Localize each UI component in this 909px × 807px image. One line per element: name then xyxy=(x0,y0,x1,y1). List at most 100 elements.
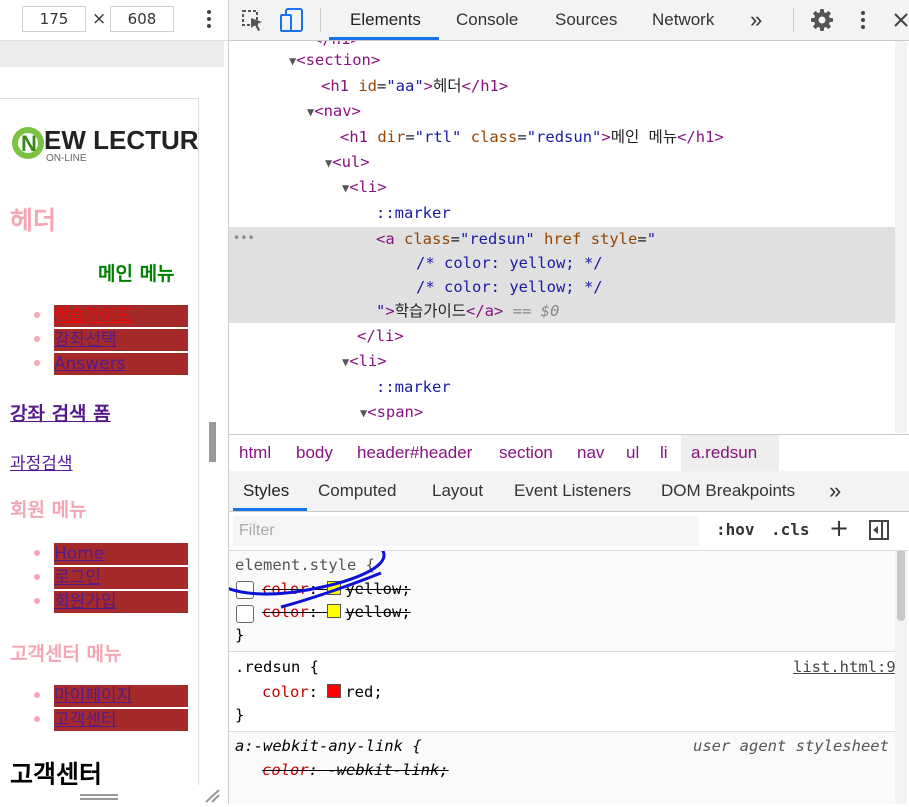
height-resize-handle[interactable] xyxy=(80,794,118,796)
dom-node-a-close: ">학습가이드</a> == $0 xyxy=(376,302,560,320)
list-bullet xyxy=(34,716,40,722)
close-icon[interactable] xyxy=(893,12,909,28)
color-swatch[interactable] xyxy=(327,684,342,698)
cls-toggle-button[interactable]: .cls xyxy=(771,520,810,539)
list-bullet xyxy=(34,336,40,342)
more-tabs-icon[interactable]: » xyxy=(829,471,841,511)
active-tab-indicator xyxy=(233,508,307,511)
dom-node-h1-aa[interactable]: <h1 id="aa">헤더</h1> xyxy=(321,74,508,98)
breadcrumb-a-redsun[interactable]: a.redsun xyxy=(681,435,779,471)
rule-close-brace: } xyxy=(235,626,245,644)
dom-node-li[interactable]: ▼<li> xyxy=(342,175,387,199)
device-preview-pane: 175 × 608 N EW LECTUR ON-LINE 헤더 메인 메뉴 학… xyxy=(0,0,229,804)
filter-placeholder: Filter xyxy=(239,522,275,539)
main-menu-heading: 메인 메뉴 xyxy=(98,263,175,285)
scrollbar-thumb[interactable] xyxy=(897,551,905,621)
dom-node-a-comment: /* color: yellow; */ xyxy=(416,254,603,272)
corner-resize-icon[interactable] xyxy=(204,788,220,803)
search-form-heading[interactable]: 강좌 검색 폼 xyxy=(10,399,111,426)
tab-sources[interactable]: Sources xyxy=(555,0,617,40)
inspect-element-icon[interactable] xyxy=(241,9,265,33)
breadcrumb-header[interactable]: header#header xyxy=(357,435,472,471)
gear-icon[interactable] xyxy=(810,8,834,32)
elements-dom-tree: </h1> ▼<section> <h1 id="aa">헤더</h1> ▼<n… xyxy=(229,41,909,433)
devtools-tab-bar: Elements Console Sources Network » xyxy=(229,0,909,41)
page-preview-frame: N EW LECTUR ON-LINE 헤더 메인 메뉴 학습가이드 강좌선택 … xyxy=(0,98,199,785)
toolbar-divider xyxy=(320,8,321,32)
menu-link-course-select[interactable]: 강좌선택 xyxy=(54,329,188,351)
list-bullet xyxy=(34,692,40,698)
tab-computed[interactable]: Computed xyxy=(318,471,396,511)
more-tabs-icon[interactable]: » xyxy=(750,0,762,40)
media-query-bar xyxy=(0,41,224,67)
dom-node-a-open: <a class="redsun" href style=" xyxy=(376,230,657,248)
tab-styles[interactable]: Styles xyxy=(243,471,289,511)
kebab-menu-icon[interactable] xyxy=(861,10,867,32)
list-bullet xyxy=(34,312,40,318)
breadcrumb-li[interactable]: li xyxy=(660,435,668,471)
dom-node-marker[interactable]: ::marker xyxy=(376,375,451,399)
svg-text:N: N xyxy=(21,131,37,156)
menu-link-answers[interactable]: Answers xyxy=(54,353,188,375)
ua-source-label: user agent stylesheet xyxy=(693,737,889,755)
list-bullet xyxy=(34,550,40,556)
breadcrumb-nav[interactable]: nav xyxy=(577,435,604,471)
dom-node-li[interactable]: ▼<li> xyxy=(342,349,387,373)
menu-link-home[interactable]: Home xyxy=(54,543,188,565)
list-bullet xyxy=(34,598,40,604)
list-bullet xyxy=(34,574,40,580)
dom-node-ul[interactable]: ▼<ul> xyxy=(325,150,370,174)
dom-node-h1-rtl[interactable]: <h1 dir="rtl" class="redsun">메인 메뉴</h1> xyxy=(340,125,724,149)
toggle-sidebar-icon[interactable] xyxy=(869,520,889,540)
tab-network[interactable]: Network xyxy=(652,0,714,40)
styles-filter-bar: Filter :hov .cls + xyxy=(229,512,909,551)
dom-node-nav[interactable]: ▼<nav> xyxy=(307,99,361,123)
menu-link-cs[interactable]: 고객센터 xyxy=(54,709,188,731)
rule-divider xyxy=(229,651,905,652)
annotation-scribble xyxy=(229,551,386,609)
stylesheet-source-link[interactable]: list.html:9 xyxy=(793,655,896,679)
viewport-height-input[interactable]: 608 xyxy=(110,6,174,32)
filter-input[interactable]: Filter xyxy=(233,516,699,546)
device-toolbar-icon[interactable] xyxy=(279,7,305,35)
active-tab-indicator xyxy=(329,37,439,40)
device-options-icon[interactable] xyxy=(207,9,213,31)
dom-breadcrumb: html body header#header section nav ul l… xyxy=(229,434,909,472)
dom-node-marker[interactable]: ::marker xyxy=(376,201,451,225)
new-style-rule-button[interactable]: + xyxy=(829,514,849,542)
redsun-selector[interactable]: .redsun { xyxy=(235,655,319,679)
menu-link-signup[interactable]: 회원가입 xyxy=(54,591,188,613)
tab-layout[interactable]: Layout xyxy=(432,471,483,511)
viewport-width-input[interactable]: 175 xyxy=(22,6,86,32)
course-search-link[interactable]: 과정검색 xyxy=(10,449,73,474)
dimension-times-label: × xyxy=(92,9,107,29)
tab-dom-breakpoints[interactable]: DOM Breakpoints xyxy=(661,471,795,511)
menu-link-login[interactable]: 로그인 xyxy=(54,567,188,589)
dom-node-li-close[interactable]: </li> xyxy=(357,324,404,348)
elements-scrollbar[interactable] xyxy=(895,41,907,433)
breadcrumb-section[interactable]: section xyxy=(499,435,553,471)
cs-heading: 고객센터 xyxy=(10,760,103,785)
tab-elements[interactable]: Elements xyxy=(350,0,421,40)
hov-toggle-button[interactable]: :hov xyxy=(716,520,755,539)
dom-node-span[interactable]: ▼<span> xyxy=(360,400,423,424)
tab-console[interactable]: Console xyxy=(456,0,518,40)
breadcrumb-html[interactable]: html xyxy=(239,435,271,471)
dom-node-a-comment: /* color: yellow; */ xyxy=(416,278,603,296)
logo-text: EW LECTUR xyxy=(44,125,199,155)
menu-link-guide[interactable]: 학습가이드 xyxy=(54,305,188,327)
device-dimensions-bar: 175 × 608 xyxy=(0,0,228,41)
breadcrumb-ul[interactable]: ul xyxy=(626,435,639,471)
redsun-declaration[interactable]: color: red; xyxy=(262,680,383,704)
node-actions-ellipsis[interactable]: ••• xyxy=(233,226,255,250)
rule-close-brace: } xyxy=(235,706,245,724)
width-resize-handle[interactable] xyxy=(207,422,212,462)
dom-node-section[interactable]: ▼<section> xyxy=(289,48,380,72)
ua-selector: a:-webkit-any-link { xyxy=(235,737,422,755)
styles-scrollbar[interactable] xyxy=(895,551,907,804)
menu-link-mypage[interactable]: 마이페이지 xyxy=(54,685,188,707)
cs-menu-heading: 고객센터 메뉴 xyxy=(10,643,122,665)
tab-event-listeners[interactable]: Event Listeners xyxy=(514,471,631,511)
logo-online-text: ON-LINE xyxy=(46,153,87,164)
breadcrumb-body[interactable]: body xyxy=(296,435,333,471)
